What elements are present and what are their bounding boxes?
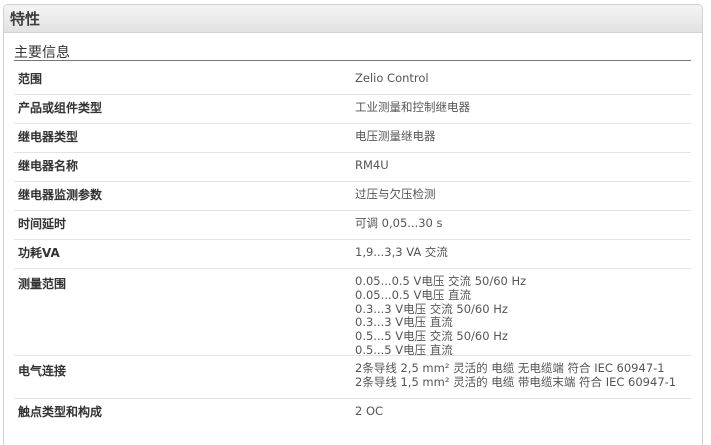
row-label: 测量范围 <box>18 277 67 291</box>
row-value: RM4U <box>355 153 691 181</box>
value-line: 0.5...5 V电压 交流 50/60 Hz <box>355 329 508 344</box>
row-value: 过压与欠压检测 <box>355 182 691 210</box>
section-title: 主要信息 <box>14 45 70 61</box>
row-label: 产品或组件类型 <box>18 101 103 115</box>
characteristics-panel: 特性 主要信息 范围 Zelio Control 产品或组件类型 工业测量和控制… <box>3 4 703 445</box>
row-value: 2条导线 2,5 mm² 灵活的 电缆 无电缆端 符合 IEC 60947-1 … <box>355 356 691 398</box>
row-value: 电压测量继电器 <box>355 124 691 152</box>
table-row-relay-type: 继电器类型 电压测量继电器 <box>14 124 691 153</box>
row-label: 时间延时 <box>18 217 67 231</box>
value-line: RM4U <box>355 158 389 172</box>
value-line: 2 OC <box>355 404 384 418</box>
row-value: 0.05...0.5 V电压 交流 50/60 Hz 0.05...0.5 V电… <box>355 269 691 357</box>
spec-table: 范围 Zelio Control 产品或组件类型 工业测量和控制继电器 继电器类… <box>14 66 691 439</box>
value-line: 0.05...0.5 V电压 直流 <box>355 287 472 302</box>
panel-header: 特性 <box>4 5 702 33</box>
table-row-electrical-connection: 电气连接 2条导线 2,5 mm² 灵活的 电缆 无电缆端 符合 IEC 609… <box>14 356 691 399</box>
table-row-range: 范围 Zelio Control <box>14 66 691 95</box>
row-value: 工业测量和控制继电器 <box>355 95 691 123</box>
value-line: 0.3...3 V电压 直流 <box>355 315 453 330</box>
value-line: 电压测量继电器 <box>355 129 436 143</box>
value-line: 过压与欠压检测 <box>355 187 436 201</box>
value-line: 0.05...0.5 V电压 交流 50/60 Hz <box>355 274 527 288</box>
value-line: 可调 0,05...30 s <box>355 216 443 230</box>
panel-title: 特性 <box>10 10 41 28</box>
row-label: 功耗VA <box>18 246 60 260</box>
row-value: 2 OC <box>355 399 691 439</box>
value-line: Zelio Control <box>355 71 429 85</box>
row-label: 继电器监测参数 <box>18 188 103 202</box>
row-value: 可调 0,05...30 s <box>355 211 691 239</box>
value-line: 2条导线 2,5 mm² 灵活的 电缆 无电缆端 符合 IEC 60947-1 <box>355 361 665 375</box>
table-row-contact-type: 触点类型和构成 2 OC <box>14 399 691 439</box>
row-label: 触点类型和构成 <box>18 405 103 419</box>
table-row-relay-name: 继电器名称 RM4U <box>14 153 691 182</box>
value-line: 1,9...3,3 VA 交流 <box>355 245 448 259</box>
table-row-time-delay: 时间延时 可调 0,05...30 s <box>14 211 691 240</box>
value-line: 工业测量和控制继电器 <box>355 100 470 114</box>
row-label: 继电器类型 <box>18 130 79 144</box>
row-label: 范围 <box>18 72 43 86</box>
table-row-product-type: 产品或组件类型 工业测量和控制继电器 <box>14 95 691 124</box>
section-heading: 主要信息 <box>14 41 691 61</box>
row-label: 继电器名称 <box>18 159 79 173</box>
table-row-measurement-range: 测量范围 0.05...0.5 V电压 交流 50/60 Hz 0.05...0… <box>14 269 691 357</box>
value-line: 2条导线 1,5 mm² 灵活的 电缆 带电缆末端 符合 IEC 60947-1 <box>355 374 677 389</box>
row-value: 1,9...3,3 VA 交流 <box>355 240 691 268</box>
table-row-monitored-parameter: 继电器监测参数 过压与欠压检测 <box>14 182 691 211</box>
value-line: 0.3...3 V电压 交流 50/60 Hz <box>355 301 508 316</box>
table-row-power-consumption: 功耗VA 1,9...3,3 VA 交流 <box>14 240 691 269</box>
row-value: Zelio Control <box>355 66 691 94</box>
row-label: 电气连接 <box>18 364 67 378</box>
